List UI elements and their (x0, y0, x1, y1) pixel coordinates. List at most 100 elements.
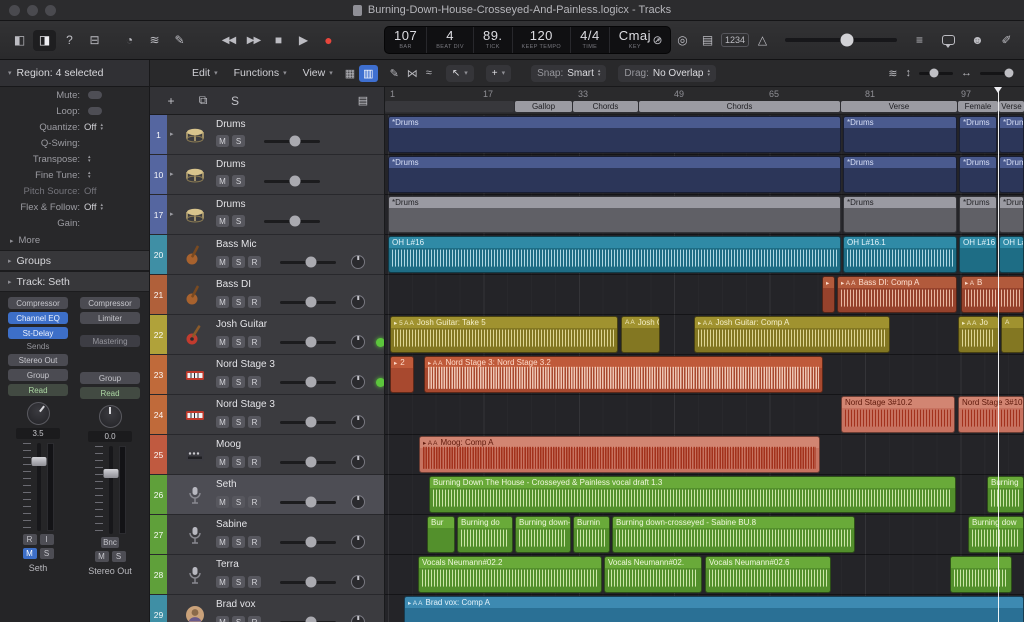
drag-menu[interactable]: Drag: No Overlap ▴▾ (618, 65, 716, 82)
pencil-tool-icon[interactable]: ✎ (386, 65, 403, 82)
m-button[interactable]: M (216, 336, 229, 348)
s-button[interactable]: S (232, 296, 245, 308)
horizontal-zoom-slider[interactable] (980, 72, 1014, 75)
s-button[interactable]: S (232, 456, 245, 468)
region[interactable]: Vocals Neumann#02.6 (705, 556, 831, 593)
s-button[interactable]: S (232, 376, 245, 388)
track-header-row[interactable]: 10▸DrumsMS (150, 155, 384, 195)
m-button[interactable]: M (216, 416, 229, 428)
marker-segment[interactable]: Verse (999, 101, 1024, 112)
region[interactable]: Nord Stage 3#10.2 (841, 396, 955, 433)
more-disclosure[interactable]: ▸ More (0, 231, 149, 250)
slider-knob[interactable] (305, 537, 316, 548)
lcd-display[interactable]: 107 BAR 4 BEAT DIV 89. TICK 120 KEEP TEM… (384, 26, 671, 54)
pan-knob[interactable] (351, 415, 365, 429)
functions-menu[interactable]: Functions ▾ (234, 67, 287, 79)
record-button[interactable]: ● (317, 30, 340, 51)
region[interactable]: *Drums (843, 156, 957, 193)
timeline-ruler[interactable]: 1173349658197 GallopChordsChordsVerseFem… (385, 87, 1024, 115)
track-volume-slider[interactable] (280, 381, 336, 384)
fader-handle[interactable] (103, 469, 118, 478)
collaboration-icon[interactable]: ☻ (966, 30, 989, 51)
region[interactable]: Vocals Neumann#02.2 (418, 556, 602, 593)
region[interactable]: *Drums (388, 156, 841, 193)
slider-knob[interactable] (305, 297, 316, 308)
mute-button[interactable]: M (23, 548, 37, 559)
plugin-slot[interactable]: Compressor (8, 297, 68, 309)
minimize-window-button[interactable] (27, 5, 38, 16)
m-button[interactable]: M (216, 616, 229, 622)
slider-knob[interactable] (305, 257, 316, 268)
param-stepper[interactable]: ▴▾ (101, 123, 104, 131)
region[interactable]: A (1001, 316, 1024, 353)
replace-mode-icon[interactable]: ⊘ (646, 30, 669, 51)
automation-mode-slot[interactable]: Read (8, 384, 68, 396)
param-checkbox[interactable] (88, 107, 102, 115)
track-volume-slider[interactable] (280, 341, 336, 344)
marker-segment[interactable]: Female (958, 101, 998, 112)
pan-knob[interactable] (351, 535, 365, 549)
s-button[interactable]: S (232, 256, 245, 268)
track-display-icon[interactable]: ▤ (354, 92, 372, 109)
r-button[interactable]: R (248, 376, 261, 388)
pan-knob[interactable] (351, 615, 365, 622)
mixer-icon[interactable]: ≋ (143, 30, 166, 51)
region[interactable]: Burning do (457, 516, 513, 553)
disclosure-icon[interactable]: ▸ (170, 130, 174, 138)
s-button[interactable]: S (232, 576, 245, 588)
group-slot[interactable]: Group (80, 372, 140, 384)
track-volume-slider[interactable] (280, 261, 336, 264)
region[interactable]: ▸ A ABrad vox: Comp A (404, 596, 1024, 622)
list-editors-icon[interactable]: ≡ (908, 30, 931, 51)
track-lane[interactable]: Vocals Neumann#02.2Vocals Neumann#02.Voc… (385, 555, 1024, 595)
editors-icon[interactable]: ✎ (168, 30, 191, 51)
solo-button[interactable]: S (40, 548, 54, 559)
track-volume-slider[interactable] (280, 581, 336, 584)
edit-menu[interactable]: Edit ▾ (192, 67, 218, 79)
bounce-button[interactable]: Bnc (101, 537, 119, 548)
inspector-toggle-icon[interactable]: ◨ (33, 30, 56, 51)
master-volume-slider[interactable] (785, 38, 897, 42)
track-header-row[interactable]: 17▸DrumsMS (150, 195, 384, 235)
s-button[interactable]: S (232, 616, 245, 622)
region[interactable]: Burning (987, 476, 1024, 513)
m-button[interactable]: M (216, 215, 229, 227)
region[interactable]: Vocals Neumann#02. (604, 556, 702, 593)
flex-tool-icon[interactable]: ≈ (422, 65, 436, 82)
marker-segment[interactable]: Gallop (515, 101, 572, 112)
pan-knob[interactable] (351, 295, 365, 309)
stop-button[interactable]: ■ (267, 30, 290, 51)
snap-menu[interactable]: Snap: Smart ▴▾ (531, 65, 606, 82)
r-button[interactable]: R (248, 616, 261, 622)
r-button[interactable]: R (248, 456, 261, 468)
slider-knob[interactable] (305, 457, 316, 468)
region[interactable]: Nord Stage 3#10 (958, 396, 1024, 433)
record-enable-dot[interactable] (376, 378, 385, 387)
slider-knob[interactable] (930, 69, 939, 78)
region-inspector-header[interactable]: ▾ Region: 4 selected (0, 60, 150, 86)
region[interactable]: *Drums (959, 116, 997, 153)
groups-header[interactable]: ▸ Groups (0, 250, 149, 271)
region[interactable]: Burning down-cro (515, 516, 571, 553)
m-button[interactable]: M (216, 576, 229, 588)
m-button[interactable]: M (216, 536, 229, 548)
record-ready-button[interactable]: R (23, 534, 37, 545)
record-enable-dot[interactable] (376, 338, 385, 347)
pan-knob[interactable] (351, 335, 365, 349)
play-button[interactable]: ▶ (292, 30, 315, 51)
disclosure-icon[interactable]: ▸ (170, 210, 174, 218)
region[interactable] (950, 556, 1012, 593)
track-lane[interactable]: Nord Stage 3#10.2Nord Stage 3#10 (385, 395, 1024, 435)
region[interactable]: ▸ (822, 276, 835, 313)
track-lane[interactable]: ▸ A AMoog: Comp A (385, 435, 1024, 475)
slider-kn ob[interactable] (1004, 69, 1013, 78)
playhead[interactable] (998, 87, 999, 622)
track-header-row[interactable]: 24Nord Stage 3MSR (150, 395, 384, 435)
vertical-zoom-icon[interactable]: ↕ (902, 65, 916, 82)
track-lane[interactable]: *Drums*Drums*Drums*Drum (385, 115, 1024, 155)
mastering-slot[interactable]: Mastering (80, 335, 140, 347)
r-button[interactable]: R (248, 296, 261, 308)
track-header-row[interactable]: 26SethMSR (150, 475, 384, 515)
grid-icon[interactable]: ▦ (341, 65, 359, 82)
waveform-zoom-icon[interactable]: ≋ (884, 65, 901, 82)
